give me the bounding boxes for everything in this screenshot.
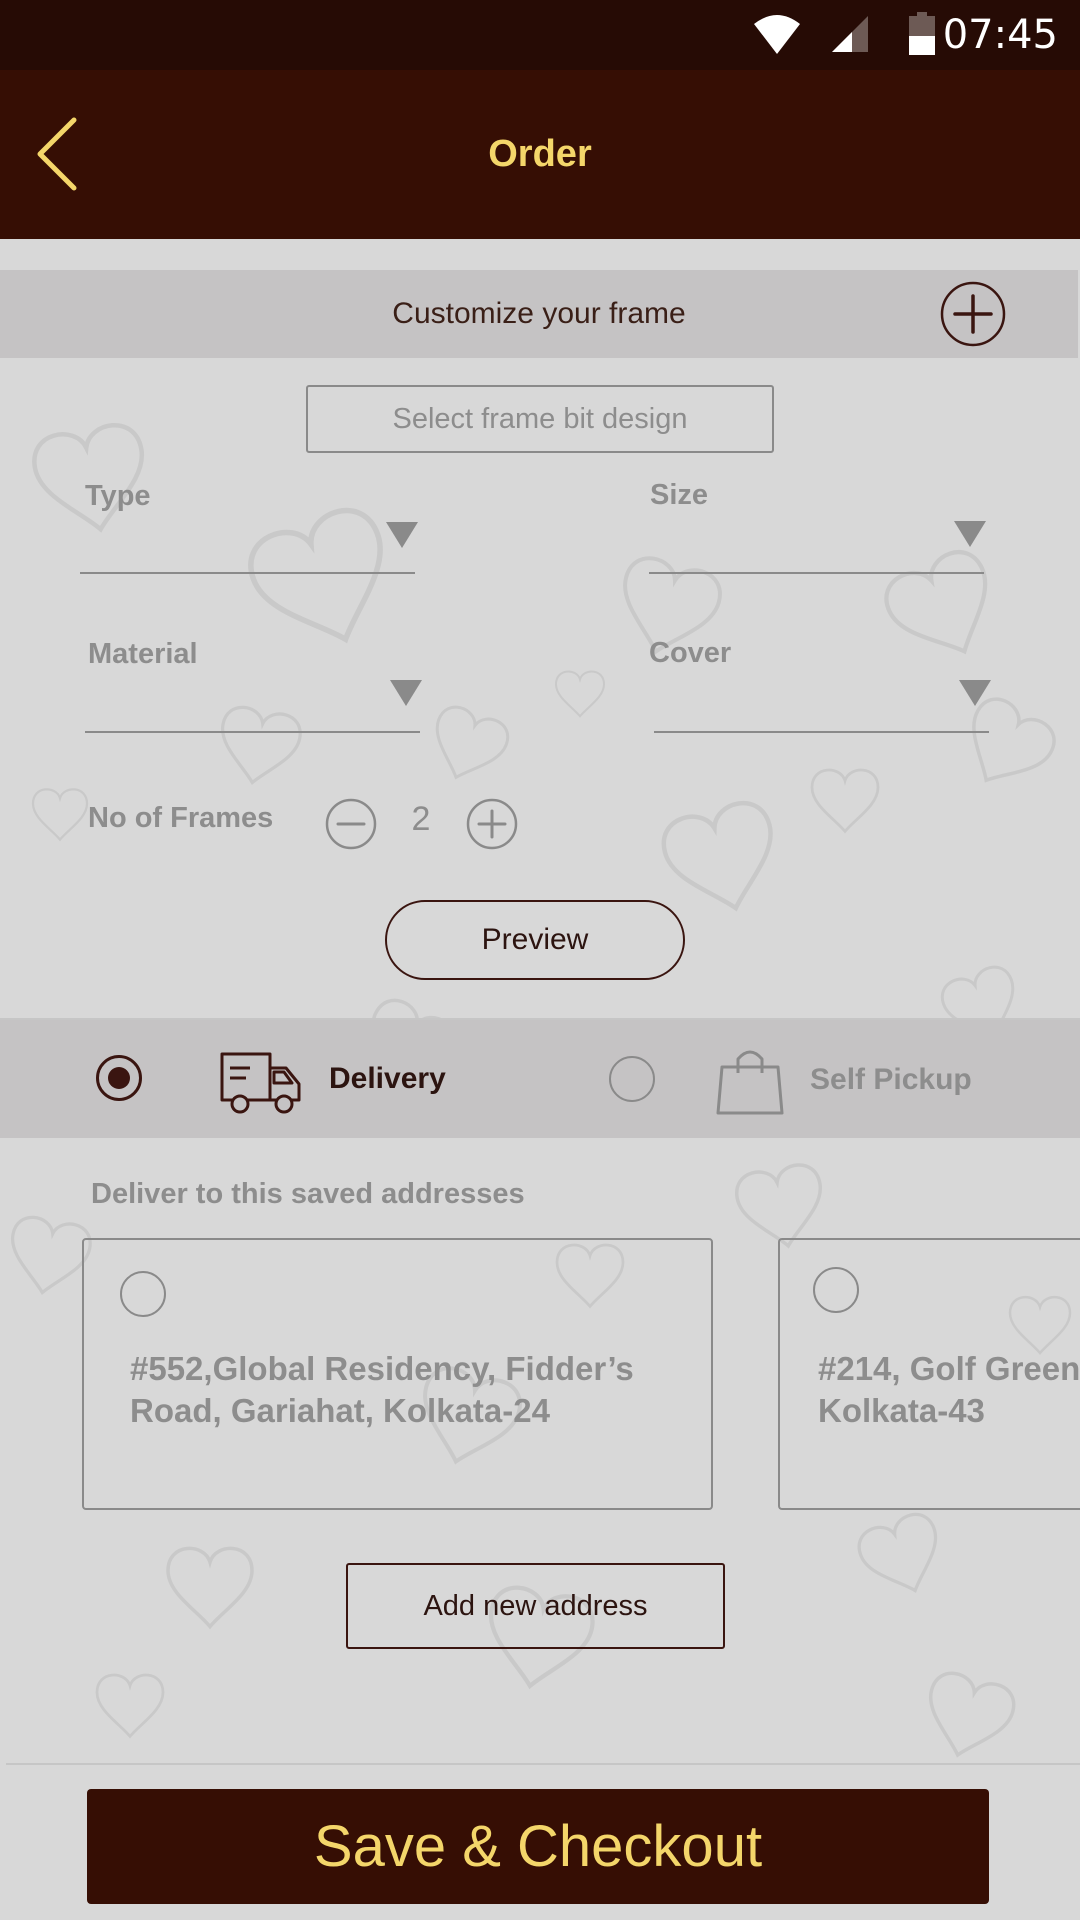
cover-label: Cover — [649, 637, 732, 669]
dropdown-arrow-icon — [954, 521, 986, 547]
select-frame-bit-design-button[interactable]: Select frame bit design — [306, 385, 774, 453]
preview-button[interactable]: Preview — [385, 900, 685, 980]
battery-icon — [909, 12, 935, 55]
material-underline — [85, 731, 420, 733]
address-text: #214, Golf Greens, Kolkata-43 — [818, 1348, 1080, 1432]
address-radio[interactable] — [120, 1271, 166, 1317]
address-radio[interactable] — [813, 1267, 859, 1313]
self-pickup-label: Self Pickup — [810, 1063, 972, 1096]
minus-circle-icon — [325, 798, 377, 850]
decrement-button[interactable] — [325, 798, 377, 850]
plus-circle-icon — [940, 281, 1006, 347]
increment-button[interactable] — [466, 798, 518, 850]
address-card[interactable]: #214, Golf Greens, Kolkata-43 — [778, 1238, 1080, 1510]
frames-count-value: 2 — [411, 800, 431, 838]
type-label: Type — [85, 480, 151, 512]
shopping-bag-icon — [716, 1050, 784, 1115]
save-checkout-button[interactable]: Save & Checkout — [87, 1789, 989, 1904]
address-line-1: #214, Golf Greens, — [818, 1350, 1080, 1387]
truck-icon — [220, 1052, 301, 1114]
signal-icon — [832, 16, 868, 52]
address-line-1: #552,Global Residency, Fidder’s — [130, 1350, 634, 1387]
plus-circle-icon — [466, 798, 518, 850]
self-pickup-radio[interactable] — [609, 1056, 655, 1102]
size-label: Size — [650, 479, 709, 511]
delivery-options-bar: Delivery Self Pickup — [0, 1020, 1080, 1138]
status-bar: 07:45 — [0, 0, 1080, 70]
background-hearts-pattern — [2, 239, 1072, 1759]
footer-divider — [6, 1763, 1080, 1765]
type-underline — [80, 572, 415, 574]
status-time: 07:45 — [942, 12, 1058, 58]
cover-underline — [654, 731, 989, 733]
dropdown-arrow-icon — [386, 522, 418, 548]
saved-addresses-title: Deliver to this saved addresses — [91, 1178, 525, 1210]
add-new-address-button[interactable]: Add new address — [346, 1563, 725, 1649]
customize-frame-bar: Customize your frame — [0, 270, 1078, 358]
address-line-2: Kolkata-43 — [818, 1392, 985, 1429]
size-underline — [649, 572, 984, 574]
material-label: Material — [88, 638, 198, 670]
frames-count-label: No of Frames — [88, 802, 274, 834]
customize-frame-title: Customize your frame — [392, 297, 686, 330]
back-button[interactable] — [30, 114, 90, 194]
dropdown-arrow-icon — [390, 680, 422, 706]
delivery-label: Delivery — [329, 1062, 446, 1095]
address-line-2: Road, Gariahat, Kolkata-24 — [130, 1392, 550, 1429]
dropdown-arrow-icon — [959, 680, 991, 706]
address-card[interactable]: #552,Global Residency, Fidder’s Road, Ga… — [82, 1238, 713, 1510]
wifi-icon — [754, 15, 800, 54]
address-text: #552,Global Residency, Fidder’s Road, Ga… — [130, 1348, 634, 1432]
chevron-left-icon — [37, 117, 77, 191]
app-bar: Order — [0, 70, 1080, 239]
add-frame-button[interactable] — [940, 281, 1006, 347]
page-title: Order — [488, 133, 592, 175]
delivery-radio[interactable] — [96, 1055, 142, 1101]
